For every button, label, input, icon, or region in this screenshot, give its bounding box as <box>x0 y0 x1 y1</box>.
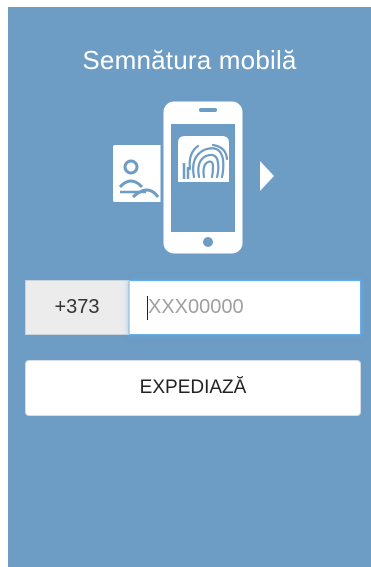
phone-number-input[interactable] <box>129 280 361 335</box>
phone-number-row: +373 <box>25 280 361 335</box>
mobile-signature-icon <box>113 98 274 257</box>
mobile-signature-panel: Semnătura mobilă +373 XXX00000 EXPEDIAZĂ <box>8 7 371 567</box>
id-card-icon <box>113 145 163 202</box>
text-caret <box>147 296 148 320</box>
country-code-prefix: +373 <box>25 280 129 335</box>
play-arrow-icon <box>260 161 274 191</box>
send-button[interactable]: EXPEDIAZĂ <box>25 360 361 416</box>
fingerprint-icon <box>178 136 229 182</box>
